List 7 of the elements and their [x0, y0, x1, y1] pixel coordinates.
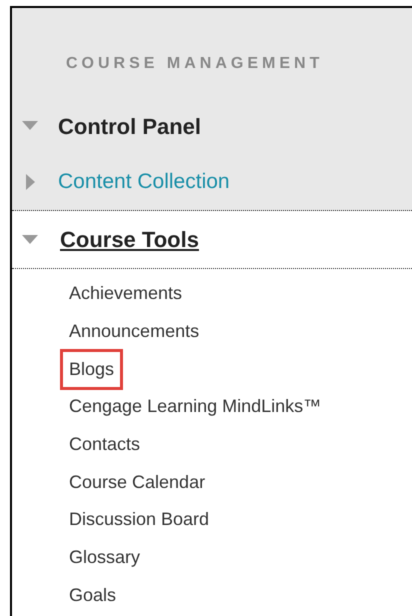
panel-title[interactable]: Control Panel: [58, 110, 202, 142]
tool-link[interactable]: Blogs: [60, 348, 124, 390]
collapse-triangle-icon[interactable]: [22, 121, 38, 131]
section-link[interactable]: Course Tools: [60, 223, 199, 256]
expand-triangle-icon[interactable]: [26, 174, 36, 190]
section-heading: COURSE MANAGEMENT: [65, 54, 324, 74]
collapse-triangle-icon[interactable]: [22, 234, 38, 244]
